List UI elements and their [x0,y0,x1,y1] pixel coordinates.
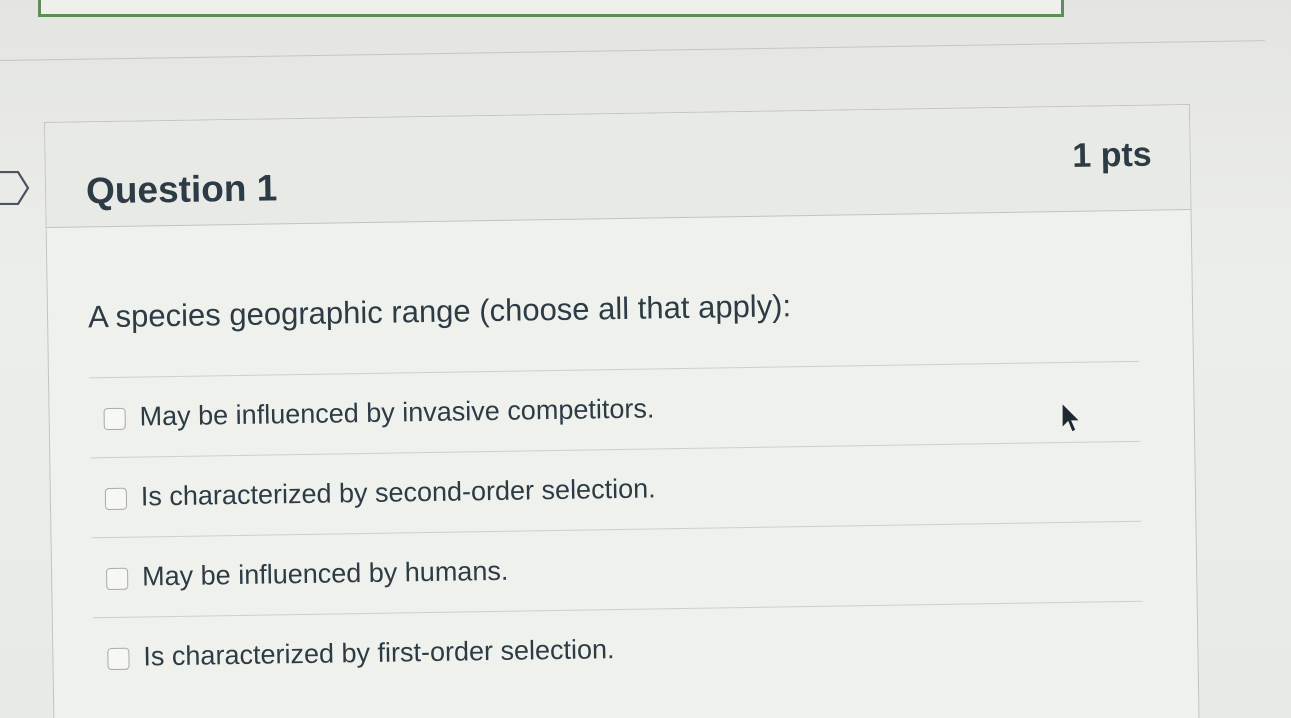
answer-list: May be influenced by invasive competitor… [89,360,1144,698]
question-header: Question 1 1 pts [45,105,1191,228]
question-card: Question 1 1 pts A species geographic ra… [44,103,1200,718]
answer-label[interactable]: May be influenced by humans. [142,556,509,593]
answer-label[interactable]: May be influenced by invasive competitor… [139,393,654,432]
question-title: Question 1 [85,167,278,212]
previous-question-box [38,0,1064,17]
question-prompt: A species geographic range (choose all t… [87,288,792,335]
answer-checkbox[interactable] [106,567,129,591]
question-points: 1 pts [1072,135,1152,175]
answer-option[interactable]: Is characterized by first-order selectio… [92,600,1144,698]
answer-checkbox[interactable] [107,647,130,671]
mouse-pointer-icon [1061,402,1082,433]
answer-checkbox[interactable] [103,407,126,431]
answer-label[interactable]: Is characterized by first-order selectio… [143,634,615,672]
quiz-page: Question 1 1 pts A species geographic ra… [0,0,1291,718]
answer-label[interactable]: Is characterized by second-order selecti… [141,473,656,512]
answer-checkbox[interactable] [104,487,128,511]
divider [0,40,1265,61]
flag-question-icon[interactable] [0,171,30,205]
